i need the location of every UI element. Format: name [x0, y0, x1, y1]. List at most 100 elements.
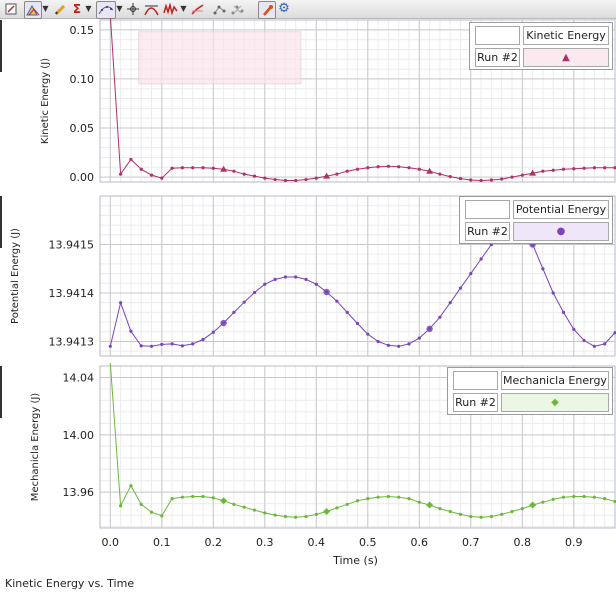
data-point[interactable] — [211, 330, 215, 334]
data-point[interactable] — [139, 167, 143, 171]
data-point[interactable] — [572, 494, 576, 499]
mechanical-legend[interactable]: Mechanicla Energy Run #2 ◆ — [447, 367, 613, 415]
data-point[interactable] — [160, 176, 164, 180]
data-point[interactable] — [211, 166, 215, 170]
data-point[interactable] — [149, 510, 154, 514]
data-point[interactable] — [283, 178, 287, 183]
data-point[interactable] — [180, 344, 184, 348]
data-point[interactable] — [160, 342, 164, 346]
data-point[interactable] — [355, 167, 360, 171]
data-point[interactable] — [448, 175, 452, 179]
data-point[interactable] — [314, 176, 318, 180]
data-point[interactable] — [160, 514, 164, 518]
data-point[interactable] — [479, 257, 483, 261]
data-point[interactable] — [119, 172, 123, 176]
data-point[interactable] — [376, 339, 380, 344]
data-point[interactable] — [458, 176, 463, 181]
data-point[interactable] — [366, 332, 370, 336]
data-point[interactable] — [551, 168, 555, 172]
data-point[interactable] — [407, 166, 411, 170]
data-point[interactable] — [211, 496, 215, 500]
data-point[interactable] — [170, 166, 174, 170]
data-point[interactable] — [314, 512, 318, 516]
data-point[interactable] — [335, 172, 339, 176]
data-point[interactable] — [345, 169, 349, 173]
data-point[interactable] — [582, 494, 586, 499]
data-point[interactable] — [294, 515, 298, 519]
data-point[interactable] — [469, 514, 473, 519]
data-point[interactable] — [500, 177, 504, 181]
edit-icon[interactable] — [4, 1, 18, 17]
data-point[interactable] — [479, 515, 483, 519]
data-point[interactable] — [417, 167, 421, 171]
data-point[interactable] — [191, 494, 195, 499]
data-point[interactable] — [438, 507, 442, 511]
data-point[interactable] — [129, 157, 133, 162]
data-point[interactable] — [263, 176, 267, 180]
data-point[interactable] — [561, 167, 566, 171]
dropdown-arrow-icon[interactable]: ▼ — [180, 1, 187, 17]
data-point[interactable] — [191, 342, 195, 346]
dropdown-arrow-icon[interactable]: ▼ — [85, 1, 92, 17]
data-point[interactable] — [294, 178, 298, 183]
data-point[interactable] — [510, 175, 514, 179]
data-point[interactable] — [129, 329, 133, 333]
data-point[interactable] — [149, 344, 154, 348]
data-point[interactable] — [541, 169, 545, 173]
data-point[interactable] — [170, 342, 174, 346]
potential-legend[interactable]: Potential Energy Run #2 ● — [459, 196, 613, 244]
data-point[interactable] — [386, 164, 390, 168]
data-point[interactable] — [541, 500, 545, 504]
data-point[interactable] — [551, 497, 555, 501]
data-point[interactable] — [119, 504, 123, 508]
data-point[interactable] — [263, 511, 267, 515]
data-point[interactable] — [592, 495, 597, 499]
data-point[interactable] — [345, 502, 349, 506]
data-point[interactable] — [386, 343, 390, 347]
data-point[interactable] — [180, 495, 184, 499]
smooth-icon[interactable] — [162, 1, 178, 17]
data-point[interactable] — [582, 166, 586, 170]
curve-fit-icon[interactable] — [96, 1, 116, 19]
data-point[interactable] — [108, 344, 112, 348]
data-point[interactable] — [355, 321, 360, 326]
data-point[interactable] — [417, 336, 421, 340]
tangent-icon[interactable] — [143, 1, 159, 17]
dropdown-arrow-icon[interactable]: ▼ — [42, 1, 49, 17]
data-point[interactable] — [232, 169, 236, 173]
data-point[interactable] — [129, 484, 133, 488]
data-point[interactable] — [335, 506, 339, 510]
data-point[interactable] — [139, 502, 143, 506]
data-point[interactable] — [273, 177, 277, 182]
data-point[interactable] — [376, 165, 380, 169]
data-point[interactable] — [448, 509, 452, 514]
data-point[interactable] — [263, 282, 267, 286]
crosshair-icon[interactable] — [126, 1, 140, 17]
data-point[interactable] — [417, 500, 421, 504]
data-point[interactable] — [572, 327, 576, 331]
data-point[interactable] — [345, 310, 349, 314]
data-point[interactable] — [407, 497, 411, 501]
data-point[interactable] — [520, 173, 524, 177]
data-point[interactable] — [314, 282, 318, 286]
data-point[interactable] — [273, 277, 277, 281]
settings-gear-icon[interactable]: ⚙ — [277, 1, 291, 17]
data-point[interactable] — [283, 275, 287, 279]
data-point[interactable] — [489, 178, 493, 182]
data-point[interactable] — [458, 286, 463, 290]
data-point[interactable] — [469, 178, 473, 182]
data-point[interactable] — [458, 512, 463, 516]
dropdown-arrow-icon[interactable]: ▼ — [116, 1, 123, 17]
data-point[interactable] — [201, 337, 205, 342]
data-point[interactable] — [551, 291, 555, 295]
data-point[interactable] — [386, 494, 390, 499]
data-point[interactable] — [572, 167, 576, 171]
data-point[interactable] — [592, 344, 597, 348]
data-point[interactable] — [201, 166, 205, 170]
data-point[interactable] — [335, 299, 339, 303]
data-point[interactable] — [582, 338, 586, 343]
selection-region[interactable] — [138, 31, 302, 85]
data-point[interactable] — [201, 494, 205, 499]
data-point[interactable] — [520, 507, 524, 511]
data-point[interactable] — [242, 172, 246, 176]
